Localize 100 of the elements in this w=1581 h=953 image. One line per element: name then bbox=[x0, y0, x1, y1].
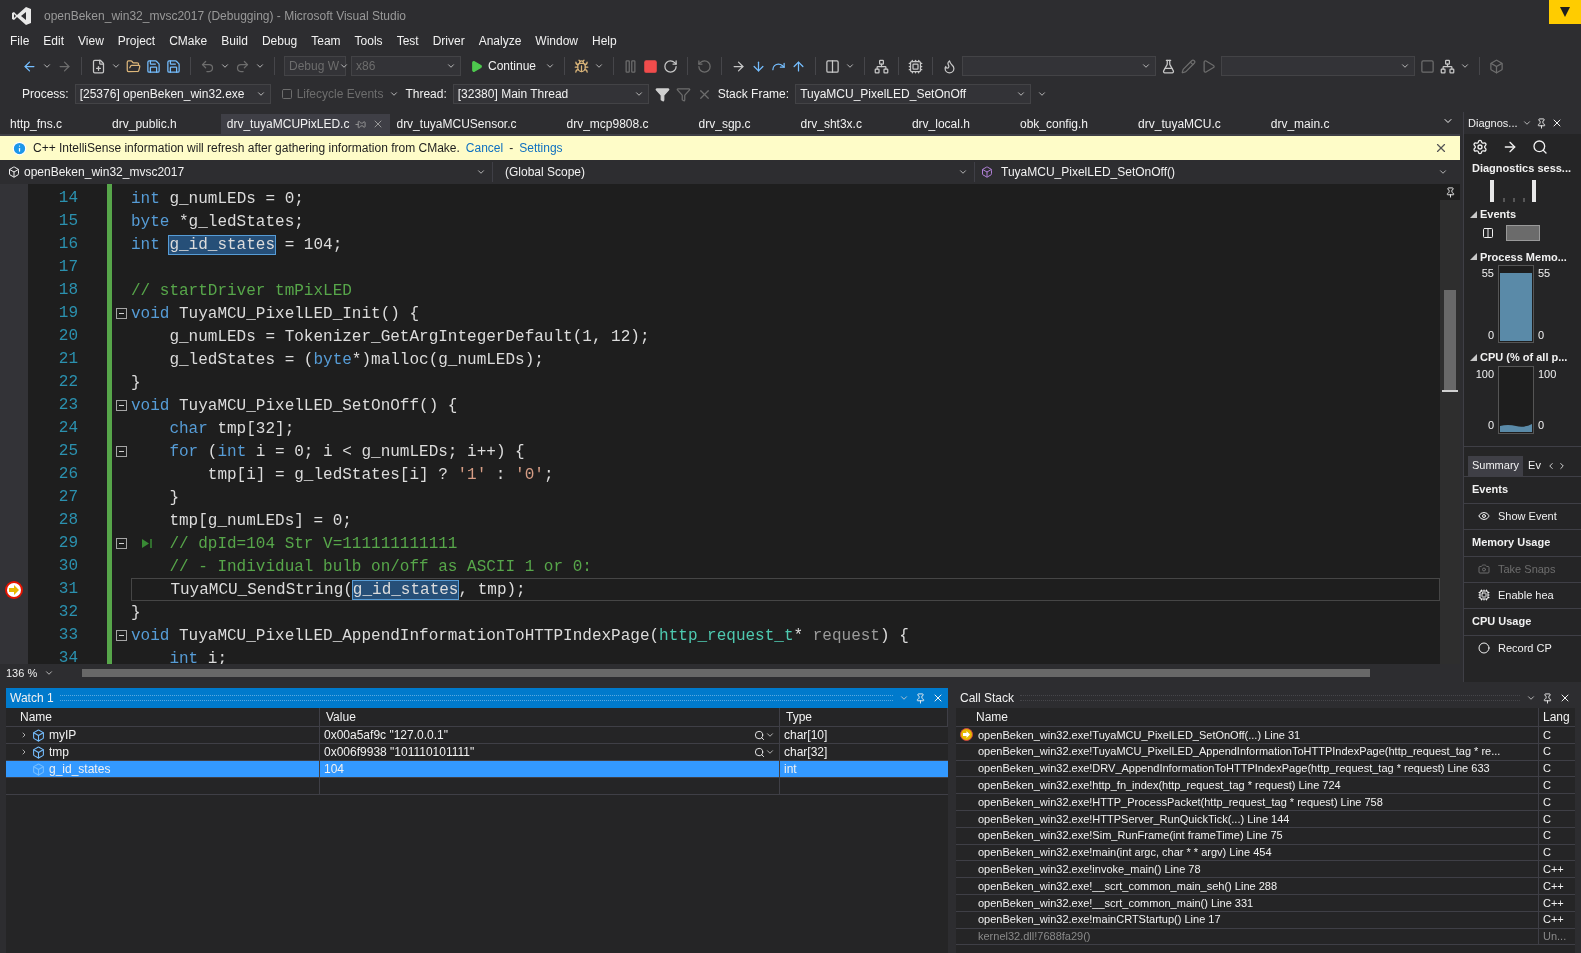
restart-icon[interactable] bbox=[663, 58, 679, 74]
frame-name[interactable]: openBeken_win32.exe!mainCRTStartup() Line 17 bbox=[976, 911, 1539, 928]
file-tab[interactable]: drv_sgp.c bbox=[692, 114, 795, 134]
settings-link[interactable]: Settings bbox=[519, 139, 563, 157]
pin-icon[interactable] bbox=[1542, 692, 1553, 704]
frame-name[interactable]: openBeken_win32.exe!HTTP_ProcessPacket(http_request_tag * request) Line 758 bbox=[976, 794, 1539, 810]
call-stack-row[interactable]: openBeken_win32.exe!DRV_AppendInformationToHTTPIndexPage(http_request_tag * request) Line 633 C bbox=[956, 760, 1575, 778]
process-dropdown[interactable]: [25376] openBeken_win32.exe bbox=[74, 84, 271, 104]
project-dropdown[interactable]: openBeken_win32_mvsc2017 bbox=[8, 162, 490, 182]
export-icon[interactable] bbox=[1502, 139, 1518, 155]
file-tab[interactable]: drv_tuyaMCUSensor.c bbox=[390, 114, 561, 134]
settings-icon[interactable] bbox=[1472, 139, 1488, 155]
play-icon[interactable] bbox=[1201, 58, 1217, 74]
call-stack-row[interactable]: openBeken_win32.exe!invoke_main() Line 78 C++ bbox=[956, 861, 1575, 879]
action-link[interactable]: Record CP bbox=[1464, 634, 1581, 661]
menu-item[interactable]: Tools bbox=[347, 32, 390, 50]
step-into-icon[interactable] bbox=[751, 58, 767, 74]
frame-name[interactable]: openBeken_win32.exe!TuyaMCU_PixelLED_AppendInformationToHTTPIndexPage(http_request_tag * re... bbox=[976, 743, 1539, 760]
graph-icon[interactable] bbox=[874, 58, 890, 74]
collapse-icon[interactable] bbox=[116, 538, 127, 549]
thread-dropdown[interactable]: [32380] Main Thread bbox=[452, 84, 649, 104]
stack-frame-dropdown[interactable]: TuyaMCU_PixelLED_SetOnOff bbox=[795, 84, 1032, 104]
collapse-icon[interactable] bbox=[1470, 210, 1477, 218]
collapse-icon[interactable] bbox=[1470, 353, 1477, 361]
back-icon[interactable] bbox=[22, 58, 37, 74]
panel-tab[interactable]: Summary bbox=[1468, 455, 1524, 476]
call-stack-row[interactable]: openBeken_win32.exe!__scrt_common_main_seh() Line 288 C++ bbox=[956, 878, 1575, 895]
stop-icon[interactable] bbox=[643, 58, 659, 74]
action-link[interactable]: Enable hea bbox=[1464, 581, 1581, 608]
forward-icon[interactable] bbox=[57, 58, 72, 74]
menu-item[interactable]: Build bbox=[214, 32, 255, 50]
close-icon[interactable] bbox=[1559, 692, 1571, 704]
menu-item[interactable]: Help bbox=[585, 32, 624, 50]
call-stack-row[interactable]: openBeken_win32.exe!http_fn_index(http_request_tag * request) Line 724 C bbox=[956, 777, 1575, 795]
run-to-cursor-icon[interactable] bbox=[141, 538, 155, 549]
cancel-link[interactable]: Cancel bbox=[465, 139, 504, 157]
collapse-icon[interactable] bbox=[116, 400, 127, 411]
frame-name[interactable]: openBeken_win32.exe!Sim_RunFrame(int frameTime) Line 75 bbox=[976, 827, 1539, 844]
continue-button[interactable]: Continue bbox=[466, 57, 541, 75]
file-tab[interactable]: drv_tuyaMCU.c bbox=[1132, 114, 1265, 134]
save-icon[interactable] bbox=[146, 58, 161, 74]
column-header[interactable]: Lang bbox=[1539, 708, 1575, 726]
pin-icon[interactable] bbox=[1535, 117, 1547, 129]
column-header[interactable]: Name bbox=[6, 708, 320, 726]
collapse-icon[interactable] bbox=[116, 630, 127, 641]
frame-name[interactable]: openBeken_win32.exe!TuyaMCU_PixelLED_SetOnOff(...) Line 31 bbox=[976, 727, 1539, 743]
arrow-right-icon[interactable] bbox=[731, 58, 747, 74]
menu-item[interactable]: Team bbox=[304, 32, 348, 50]
call-stack-row[interactable]: kernel32.dll!7688fa29() Un... bbox=[956, 928, 1575, 946]
zoom-dropdown[interactable]: 136 % bbox=[0, 664, 60, 682]
call-stack-row[interactable]: openBeken_win32.exe!__scrt_common_main() Line 331 C++ bbox=[956, 894, 1575, 912]
call-stack-row[interactable]: openBeken_win32.exe!main(int argc, char * * argv) Line 454 C bbox=[956, 844, 1575, 862]
pause-icon[interactable] bbox=[1482, 226, 1494, 239]
frame-name[interactable]: openBeken_win32.exe!http_fn_index(http_request_tag * request) Line 724 bbox=[976, 777, 1539, 794]
box-icon[interactable] bbox=[1489, 58, 1505, 74]
scope-dropdown[interactable]: (Global Scope) bbox=[492, 162, 972, 182]
action-link[interactable]: Show Event bbox=[1464, 502, 1581, 529]
horizontal-scrollbar[interactable] bbox=[82, 669, 1370, 677]
file-tab[interactable]: http_fns.c bbox=[4, 114, 107, 134]
scroll-thumb[interactable] bbox=[1444, 290, 1456, 390]
call-stack-row[interactable]: openBeken_win32.exe!TuyaMCU_PixelLED_AppendInformationToHTTPIndexPage(http_request_tag * re... C bbox=[956, 743, 1575, 761]
hot-reload-icon[interactable] bbox=[697, 58, 713, 74]
folder-icon[interactable] bbox=[126, 58, 141, 74]
close-icon[interactable] bbox=[1434, 141, 1448, 155]
frame-name[interactable]: openBeken_win32.exe!DRV_AppendInformationToHTTPIndexPage(http_request_tag * request) Line 633 bbox=[976, 760, 1539, 777]
frame-name[interactable]: openBeken_win32.exe!__scrt_common_main_seh() Line 288 bbox=[976, 878, 1539, 894]
undo-icon[interactable] bbox=[200, 58, 215, 74]
frame-name[interactable]: openBeken_win32.exe!main(int argc, char * * argv) Line 454 bbox=[976, 844, 1539, 861]
column-header[interactable]: Name bbox=[956, 708, 1539, 726]
menu-item[interactable]: Project bbox=[110, 32, 163, 50]
feedback-badge[interactable] bbox=[1549, 0, 1581, 24]
frame-name[interactable]: kernel32.dll!7688fa29() bbox=[976, 928, 1539, 945]
file-tab[interactable]: drv_public.h bbox=[106, 114, 221, 134]
graph-icon[interactable] bbox=[1440, 58, 1456, 74]
new-file-icon[interactable] bbox=[91, 58, 106, 74]
column-header[interactable]: Type bbox=[780, 708, 948, 726]
split-icon[interactable] bbox=[1444, 186, 1456, 198]
member-dropdown[interactable]: TuyaMCU_PixelLED_SetOnOff() bbox=[974, 162, 1452, 182]
call-stack-row[interactable]: openBeken_win32.exe!Sim_RunFrame(int frameTime) Line 75 C bbox=[956, 827, 1575, 845]
collapse-icon[interactable] bbox=[116, 446, 127, 457]
menu-item[interactable]: Debug bbox=[254, 32, 305, 50]
save-all-icon[interactable] bbox=[166, 58, 181, 74]
menu-item[interactable]: Analyze bbox=[471, 32, 529, 50]
frame-name[interactable]: openBeken_win32.exe!invoke_main() Line 78 bbox=[976, 861, 1539, 878]
frame-name[interactable]: openBeken_win32.exe!__scrt_common_main() Line 331 bbox=[976, 894, 1539, 911]
menu-item[interactable]: Window bbox=[528, 32, 586, 50]
menu-item[interactable]: View bbox=[71, 32, 111, 50]
visualizer-icon[interactable] bbox=[754, 729, 765, 741]
file-tab[interactable]: drv_main.c bbox=[1264, 114, 1374, 134]
expand-icon[interactable] bbox=[20, 748, 28, 756]
file-tab[interactable]: obk_config.h bbox=[1013, 114, 1133, 134]
call-stack-row[interactable]: openBeken_win32.exe!mainCRTStartup() Line 17 C++ bbox=[956, 911, 1575, 929]
flask-icon[interactable] bbox=[1161, 58, 1177, 74]
panel-tab[interactable]: Ev bbox=[1524, 455, 1545, 476]
bug-icon[interactable] bbox=[574, 58, 590, 74]
expand-icon[interactable] bbox=[20, 731, 28, 739]
menu-item[interactable]: Driver bbox=[425, 32, 472, 50]
menu-item[interactable]: File bbox=[3, 32, 37, 50]
collapse-icon[interactable] bbox=[116, 308, 127, 319]
visualizer-icon[interactable] bbox=[754, 746, 765, 758]
